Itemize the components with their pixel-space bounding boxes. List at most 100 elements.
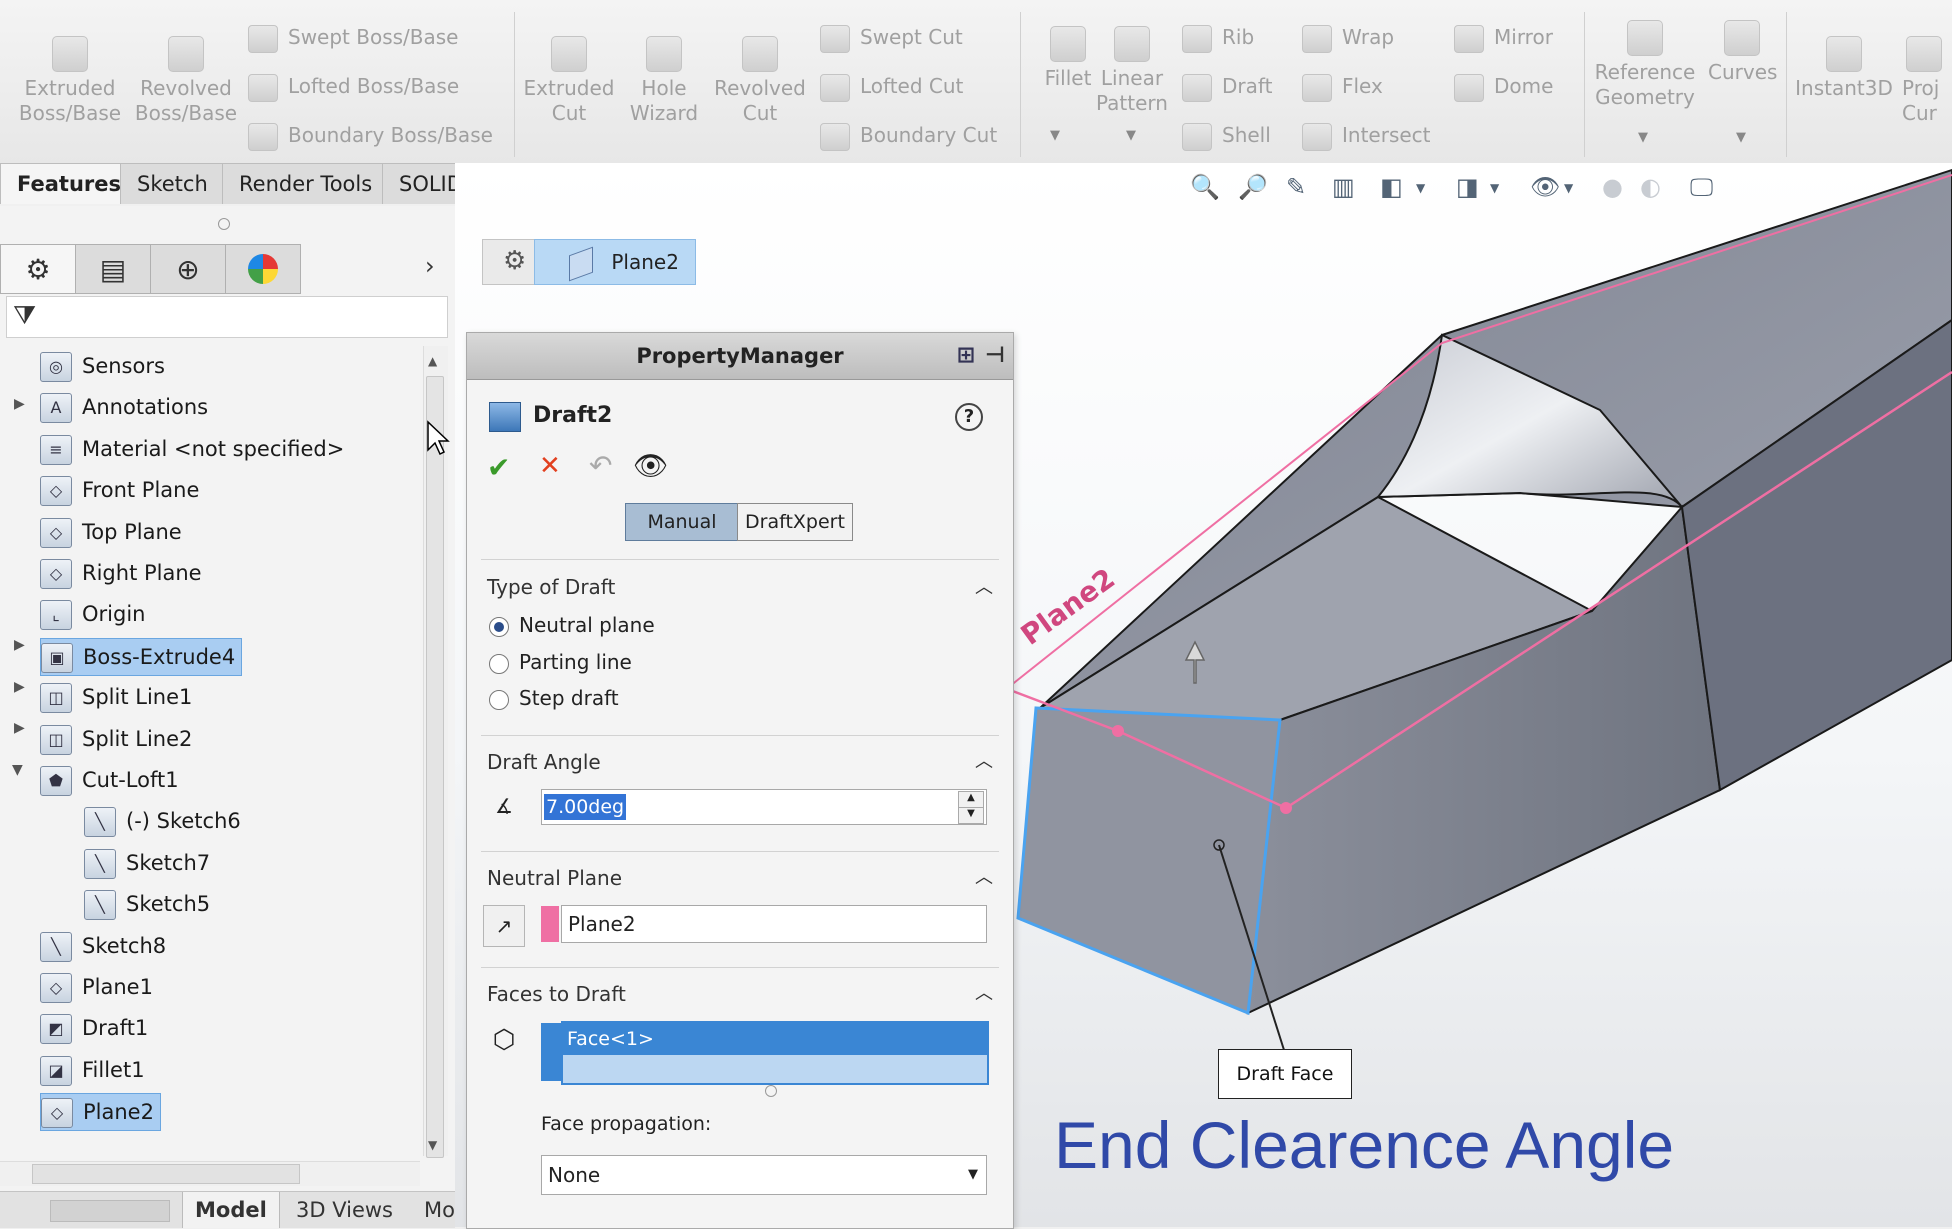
mirror-button[interactable]: Mirror [1454,22,1553,53]
revolved-cut-button[interactable]: Revolved Cut [712,36,808,126]
lofted-boss-button[interactable]: Lofted Boss/Base [248,71,459,102]
curves-button[interactable]: Curves [1708,20,1777,85]
tree-item-boss-extrude4[interactable]: ▣ Boss-Extrude4 [40,637,243,676]
tree-item-draft1[interactable]: ◩ Draft1 [40,1010,148,1046]
hole-wizard-button[interactable]: Hole Wizard [624,36,704,126]
tree-filter-input[interactable]: ⧩ [6,296,448,338]
tree-item-origin[interactable]: ⌞ Origin [40,596,145,632]
type-of-draft-title[interactable]: Type of Draft [487,575,615,599]
tree-item-cut-loft1[interactable]: ⬟ Cut-Loft1 [40,762,179,798]
neutral-plane-radio[interactable]: Neutral plane [489,613,655,637]
tree-horizontal-scroll-thumb[interactable] [32,1164,300,1184]
faces-to-draft-list[interactable]: Face<1> [561,1021,989,1085]
plane-handle-point[interactable] [1112,725,1124,737]
tree-item-plane1[interactable]: ◇ Plane1 [40,969,153,1005]
apply-scene-icon[interactable]: ◐ [1640,173,1661,201]
extruded-cut-button[interactable]: Extruded Cut [522,36,616,126]
detach-icon[interactable]: ⊞ [957,333,975,379]
zoom-to-fit-icon[interactable]: 🔍 [1190,173,1220,201]
linear-pattern-button[interactable]: Linear Pattern [1094,26,1170,116]
tab-model[interactable]: Model [182,1192,280,1228]
tab-3d-views[interactable]: 3D Views [284,1192,405,1228]
display-manager-tab[interactable] [225,244,301,294]
neutral-plane-field[interactable]: Plane2 [561,905,987,943]
tree-item-annotations[interactable]: A Annotations [40,389,208,425]
spin-up-icon[interactable]: ▲ [958,791,984,808]
section-view-icon[interactable]: ▥ [1332,173,1355,201]
instant3d-button[interactable]: Instant3D [1794,36,1894,101]
boundary-boss-button[interactable]: Boundary Boss/Base [248,120,493,151]
expand-annotations-icon[interactable]: ▶ [14,396,25,412]
shell-button[interactable]: Shell [1182,120,1271,151]
tree-item-right-plane[interactable]: ◇ Right Plane [40,555,202,591]
face-propagation-select[interactable]: None ▼ [541,1155,987,1195]
swept-cut-button[interactable]: Swept Cut [820,22,963,53]
tree-item-sensors[interactable]: ◎ Sensors [40,348,165,384]
reference-geometry-button[interactable]: Reference Geometry [1590,20,1700,110]
manual-mode-tab[interactable]: Manual [625,503,739,541]
expand-split-line1-icon[interactable]: ▶ [14,679,25,695]
scroll-down-arrow[interactable]: ▼ [428,1138,437,1152]
draft-button[interactable]: Draft [1182,71,1272,102]
breadcrumb-item-plane2[interactable]: Plane2 [534,239,696,285]
revolved-boss-button[interactable]: Revolved Boss/Base [134,36,238,126]
scroll-up-arrow[interactable]: ▲ [428,354,437,368]
tree-item-sketch7[interactable]: ╲ Sketch7 [84,845,210,881]
intersect-button[interactable]: Intersect [1302,120,1431,151]
draft-angle-input[interactable]: 7.00deg ▲ ▼ [541,789,987,825]
property-manager-tab[interactable]: ▤ [75,244,151,294]
dome-button[interactable]: Dome [1454,71,1553,102]
pattern-dropdown-arrow[interactable]: ▼ [1126,128,1136,143]
tree-item-split-line1[interactable]: ◫ Split Line1 [40,679,192,715]
ok-checkmark-icon[interactable]: ✔ [487,451,510,484]
collapse-neutral-plane-icon[interactable]: ︿ [975,863,993,889]
zoom-to-area-icon[interactable]: 🔎 [1238,173,1268,201]
tree-vertical-scroll-thumb[interactable] [426,376,444,1158]
preview-eye-icon[interactable]: 👁 [633,449,669,482]
reference-geometry-dropdown-arrow[interactable]: ▼ [1638,130,1648,145]
lofted-cut-button[interactable]: Lofted Cut [820,71,963,102]
tree-item-front-plane[interactable]: ◇ Front Plane [40,472,199,508]
plane-handle-point[interactable] [1280,802,1292,814]
face-list-item[interactable]: Face<1> [563,1023,987,1055]
view-orientation-icon[interactable]: ◧ [1380,173,1403,201]
draft-angle-title[interactable]: Draft Angle [487,750,601,774]
expand-split-line2-icon[interactable]: ▶ [14,720,25,736]
tree-item-plane2[interactable]: ◇ Plane2 [40,1093,161,1132]
boundary-cut-button[interactable]: Boundary Cut [820,120,997,151]
parting-line-radio[interactable]: Parting line [489,650,632,674]
collapse-draft-angle-icon[interactable]: ︿ [975,747,993,773]
edit-appearance-icon[interactable]: ● [1602,173,1623,201]
projected-curve-button[interactable]: Proj Cur [1902,36,1952,126]
flex-button[interactable]: Flex [1302,71,1383,102]
previous-view-icon[interactable]: ✎ [1286,173,1306,201]
tree-item-material-not-specified[interactable]: ≡ Material <not specified> [40,431,344,467]
collapse-cut-loft1-icon[interactable]: ▼ [12,762,23,778]
step-draft-radio[interactable]: Step draft [489,686,619,710]
feature-tree-tab[interactable]: ⚙ [0,244,76,294]
pin-icon[interactable]: ⊣ [985,333,1005,379]
display-style-icon[interactable]: ◨ [1456,173,1479,201]
draft-face[interactable] [1016,706,1282,1016]
spin-down-icon[interactable]: ▼ [958,807,984,824]
expand-boss-extrude4-icon[interactable]: ▶ [14,637,25,653]
neutral-plane-title[interactable]: Neutral Plane [487,866,622,890]
panel-splitter-handle[interactable] [218,218,230,230]
tree-item-top-plane[interactable]: ◇ Top Plane [40,514,182,550]
curves-dropdown-arrow[interactable]: ▼ [1736,130,1746,145]
tree-item-split-line2[interactable]: ◫ Split Line2 [40,721,192,757]
cancel-x-icon[interactable]: ✕ [539,451,561,481]
hide-show-items-icon[interactable]: 👁 [1530,173,1560,201]
undo-icon[interactable]: ↶ [589,449,612,482]
tree-item-sketch6[interactable]: ╲ (-) Sketch6 [84,803,241,839]
chevron-down-icon[interactable]: ▼ [1416,181,1425,195]
tab-sketch[interactable]: Sketch [120,163,225,204]
tree-item-sketch8[interactable]: ╲ Sketch8 [40,928,166,964]
tree-item-fillet1[interactable]: ◪ Fillet1 [40,1052,145,1088]
collapse-faces-to-draft-icon[interactable]: ︿ [975,979,993,1005]
help-icon[interactable]: ? [955,403,983,431]
chevron-down-icon[interactable]: ▼ [1490,181,1499,195]
extruded-boss-button[interactable]: Extruded Boss/Base [18,36,122,126]
view-settings-icon[interactable]: 🖵 [1690,173,1713,201]
swept-boss-button[interactable]: Swept Boss/Base [248,22,459,53]
